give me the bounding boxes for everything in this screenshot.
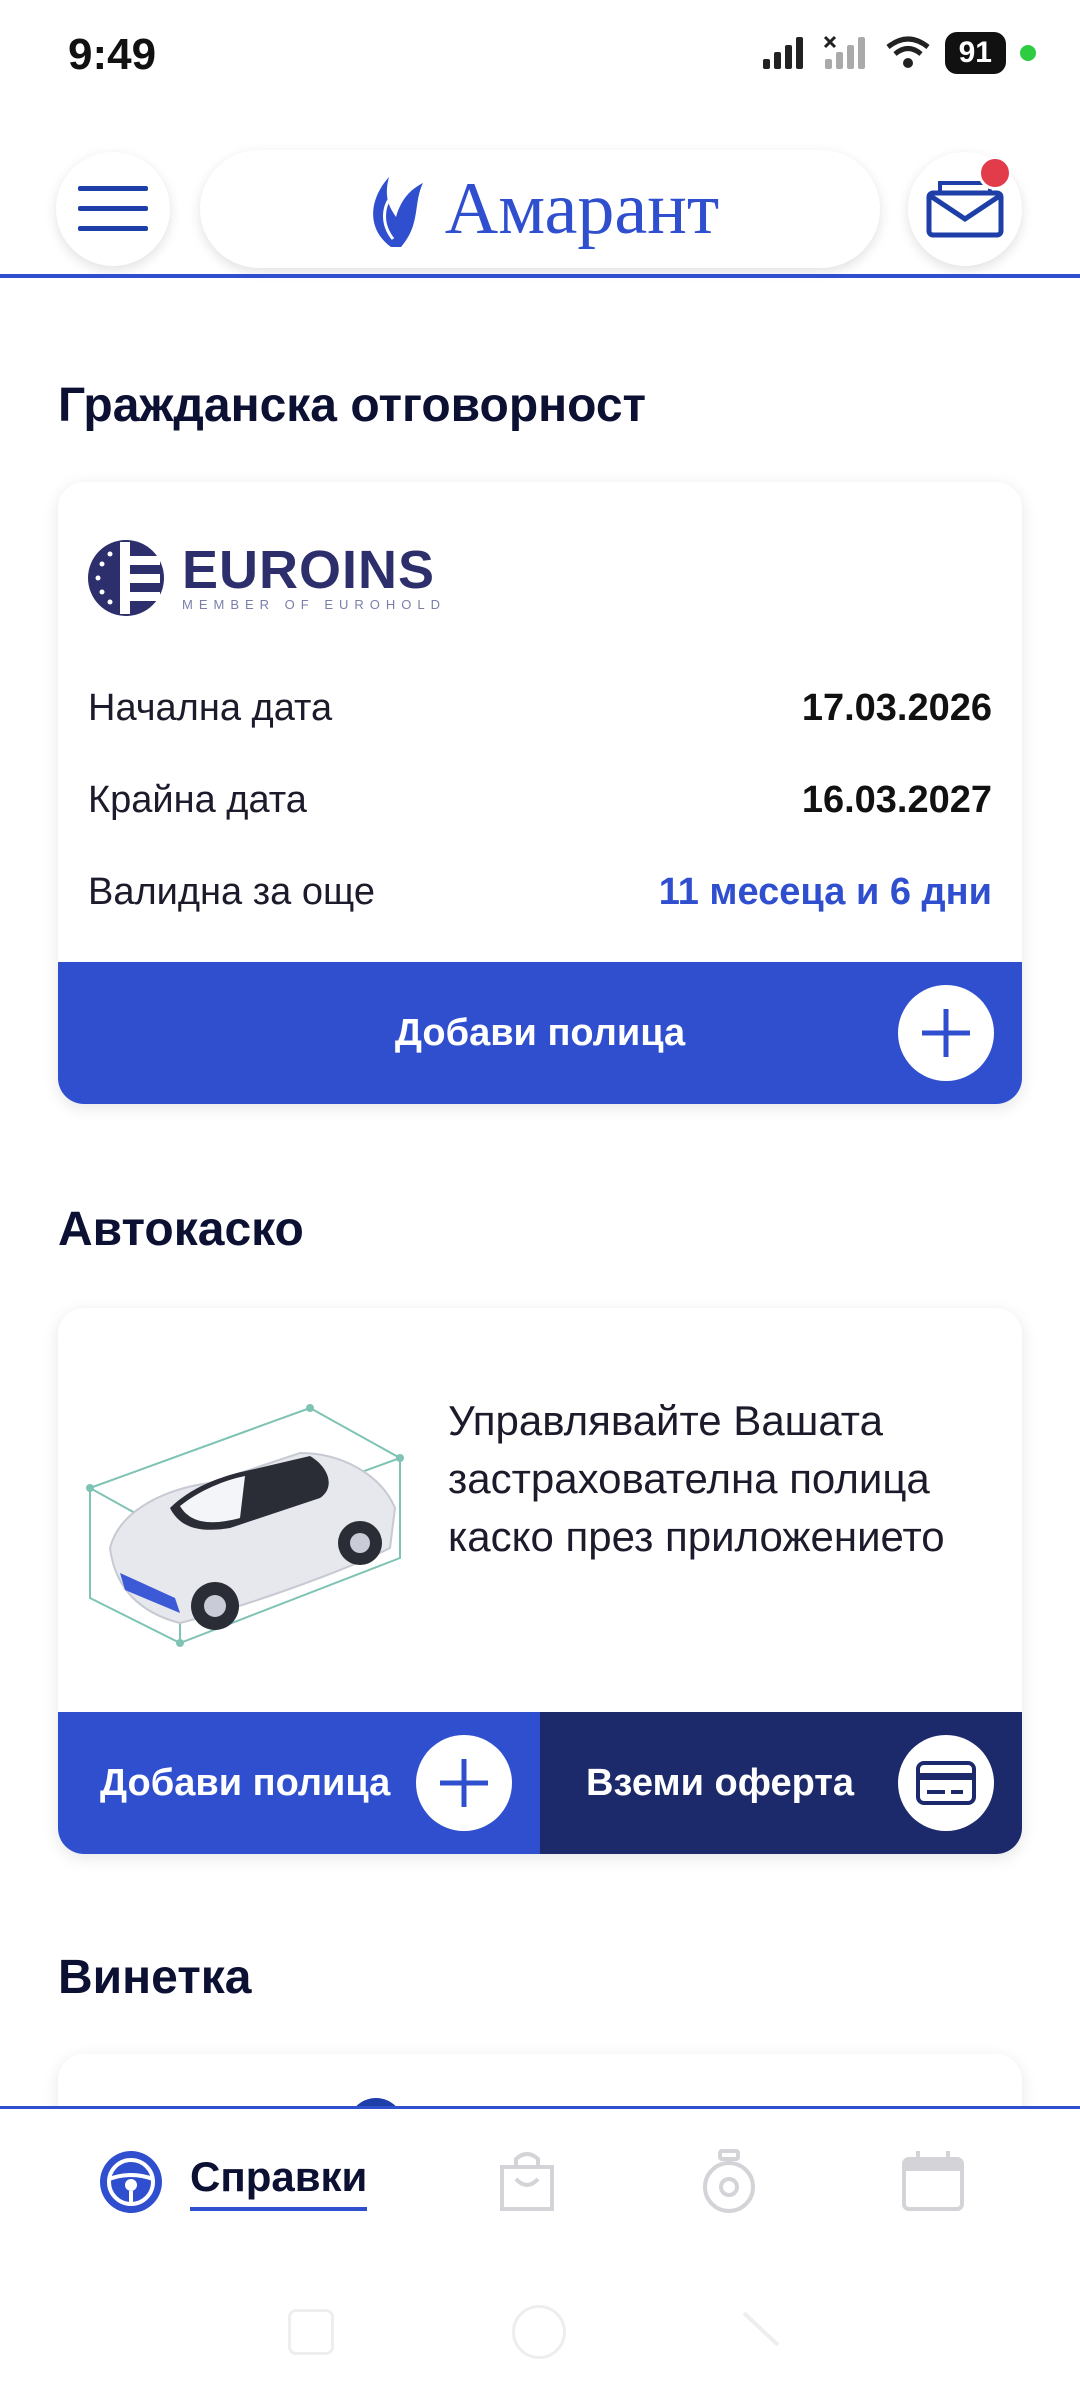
insurer-logo: EUROINS MEMBER OF EUROHOLD [86, 538, 446, 618]
status-icons: 91 [761, 32, 1036, 74]
nav-item-inquiries[interactable]: Справки [98, 2149, 368, 2215]
battery-level: 91 [944, 32, 1006, 74]
status-time: 9:49 [68, 30, 157, 79]
end-date-value: 16.03.2027 [801, 778, 992, 821]
nav-item-speedometer[interactable] [700, 2149, 758, 2213]
credit-card-icon [898, 1735, 994, 1831]
add-policy-label: Добави полица [394, 1011, 686, 1054]
calendar-icon [902, 2151, 964, 2211]
end-date-label: Крайна дата [88, 778, 307, 821]
start-date-label: Начална дата [88, 686, 333, 729]
plus-icon [898, 985, 994, 1081]
brand-logo: Амарант [200, 150, 880, 268]
euroins-globe-icon [88, 540, 164, 616]
app-header: Амарант [0, 130, 1080, 280]
menu-button[interactable] [56, 152, 170, 266]
signal-icon [762, 37, 803, 69]
steering-wheel-icon [100, 2151, 162, 2213]
hamburger-menu-icon [78, 186, 148, 231]
validity-value: 11 месеца и 6 дни [658, 870, 992, 913]
system-recents-button[interactable] [288, 2309, 334, 2355]
validity-label: Валидна за още [88, 870, 375, 913]
speedometer-icon [703, 2149, 755, 2213]
section-title-casco: Автокаско [58, 1203, 304, 1256]
civil-liability-card: EUROINS MEMBER OF EUROHOLD Начална дата … [58, 482, 1022, 1104]
section-title-civil-liability: Гражданска отговорност [58, 379, 647, 432]
get-offer-button[interactable]: Вземи оферта [540, 1712, 1022, 1854]
system-back-icon[interactable] [740, 2309, 782, 2349]
casco-add-policy-button[interactable]: Добави полица [58, 1712, 540, 1854]
signal-no-service-icon [823, 35, 865, 69]
plus-icon [416, 1735, 512, 1831]
nav-label-inquiries: Справки [190, 2153, 368, 2211]
policy-row-start-date: Начална дата 17.03.2026 [88, 678, 992, 738]
wifi-icon [886, 36, 930, 68]
nav-item-shop[interactable] [498, 2149, 556, 2213]
header-divider [0, 274, 1080, 278]
start-date-value: 17.03.2026 [801, 686, 992, 729]
casco-description: Управлявайте Вашата застрахователна поли… [448, 1397, 945, 1560]
system-home-button[interactable] [512, 2305, 566, 2359]
nav-item-calendar[interactable] [900, 2149, 966, 2213]
messages-button[interactable] [908, 152, 1022, 266]
flame-logo-icon [372, 177, 423, 247]
insurer-tagline: MEMBER OF EUROHOLD [182, 597, 447, 612]
insurer-name: EUROINS [182, 540, 436, 600]
policy-row-validity: Валидна за още 11 месеца и 6 дни [88, 862, 992, 922]
section-title-vignette: Винетка [58, 1951, 252, 2004]
shopping-bag-icon [500, 2152, 554, 2211]
add-policy-button[interactable]: Добави полица [58, 962, 1022, 1104]
casco-add-policy-label: Добави полица [100, 1761, 391, 1804]
brand-name: Амарант [444, 167, 720, 250]
status-bar: 9:49 91 [0, 0, 1080, 120]
car-illustration [86, 1404, 404, 1647]
policy-row-end-date: Крайна дата 16.03.2027 [88, 770, 992, 830]
privacy-indicator-dot [1020, 45, 1036, 61]
bottom-navigation: Справки [0, 2106, 1080, 2403]
unread-badge [978, 156, 1012, 190]
casco-card: Управлявайте Вашата застрахователна поли… [58, 1308, 1022, 1854]
get-offer-label: Вземи оферта [586, 1761, 855, 1804]
